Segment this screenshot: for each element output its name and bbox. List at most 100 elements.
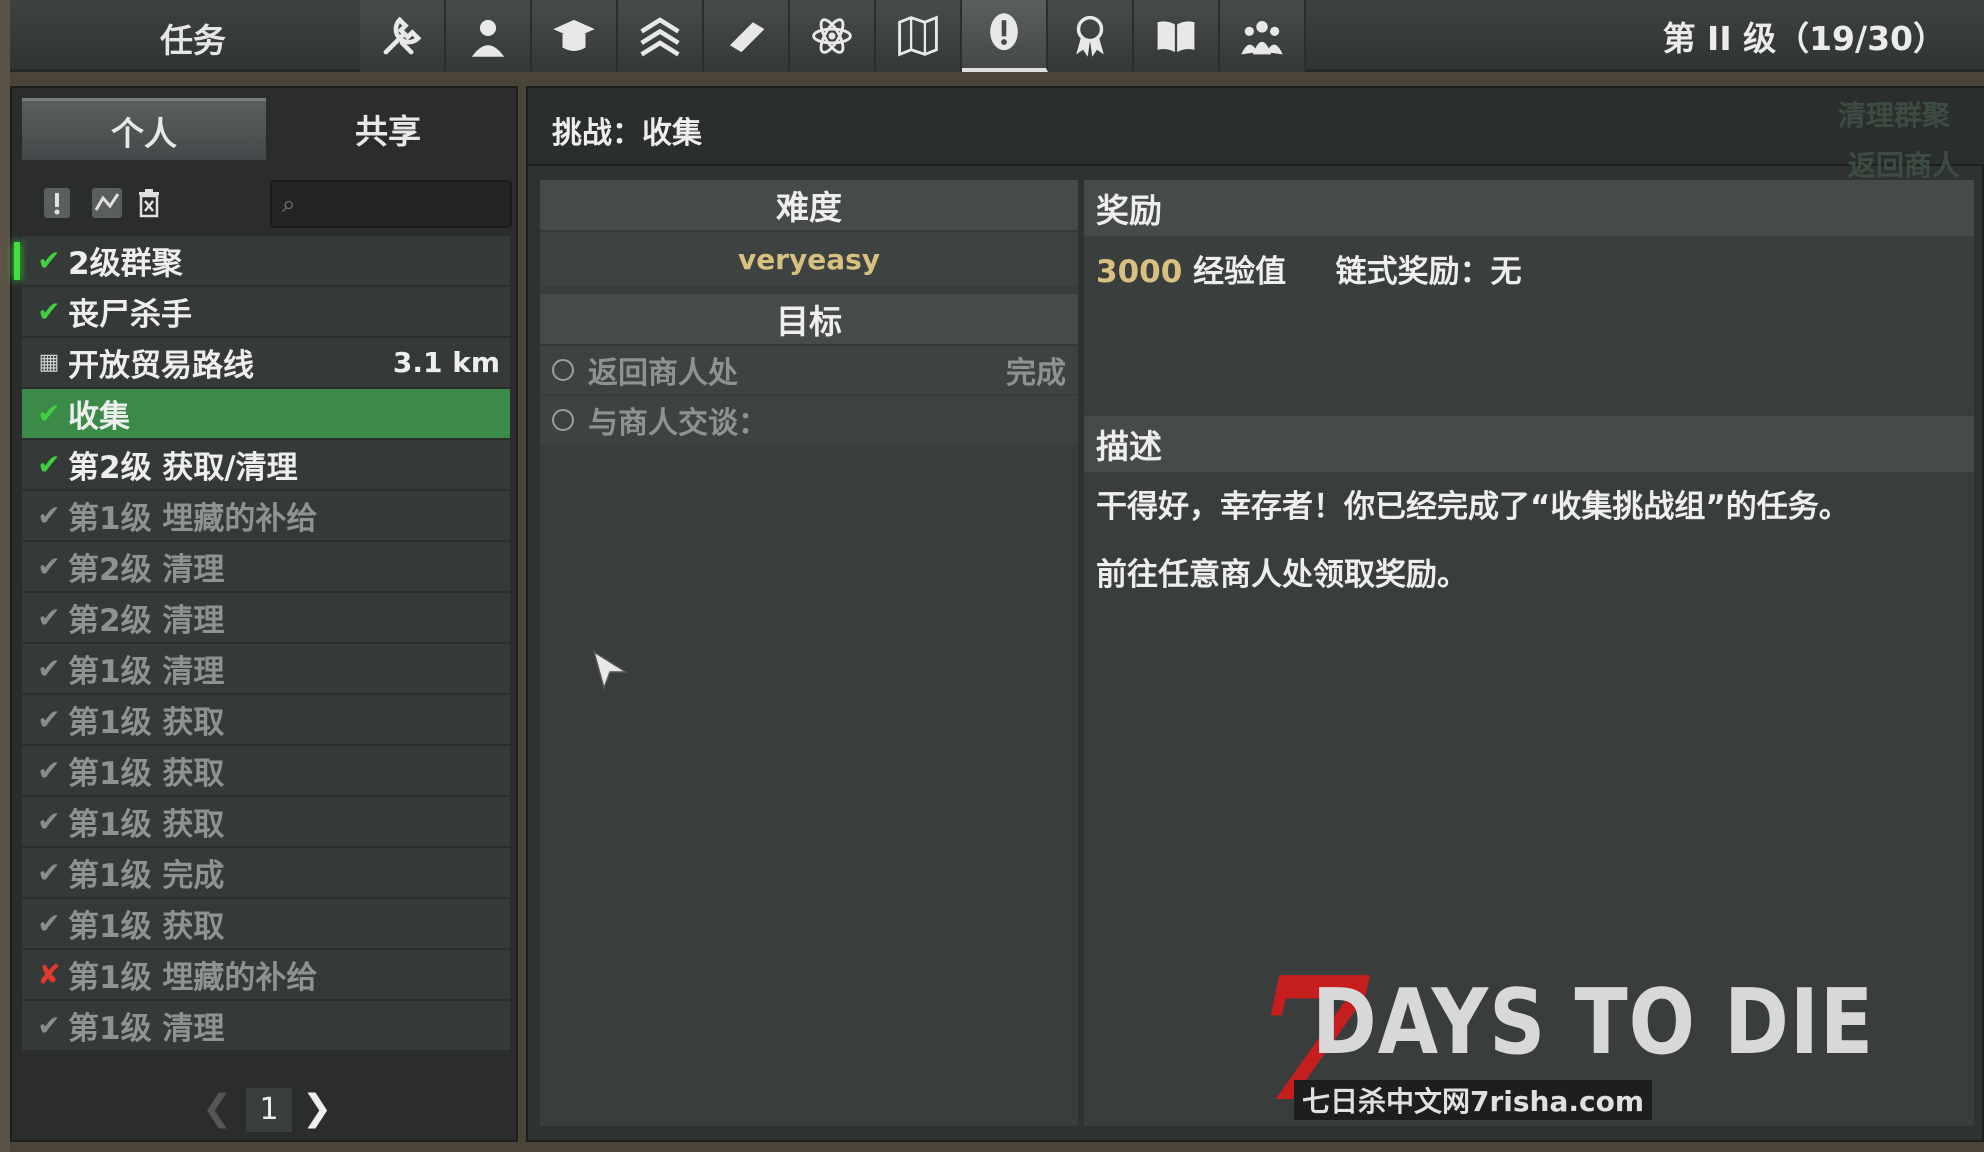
game-logo: 7 DAYS TO DIE 七日杀中文网7risha.com — [1231, 940, 1972, 1140]
pager: ❮ 1 ❯ — [202, 1088, 342, 1132]
track-quest-button[interactable] — [40, 184, 74, 222]
quest-list-item[interactable]: ▦ 开放贸易路线 3.1 km — [22, 338, 510, 389]
reward-chain: 链式奖励：无 — [1335, 254, 1522, 290]
check-icon: ✔ — [37, 550, 61, 583]
quest-list-item[interactable]: ✔ 第1级 清理 — [22, 1001, 510, 1052]
quest-name: 第1级 获取 — [68, 756, 225, 792]
quest-name: 第1级 获取 — [68, 705, 225, 741]
atom-icon-svg — [812, 18, 852, 54]
window-title: 任务 — [160, 21, 226, 60]
spacer — [540, 286, 1078, 294]
search-input[interactable] — [312, 188, 502, 220]
quest-list-item[interactable]: ✔ 第1级 完成 — [22, 848, 510, 899]
next-page-icon[interactable]: ❯ — [302, 1088, 332, 1129]
tab-personal[interactable]: 个人 — [22, 98, 266, 160]
objective-label: 与商人交谈： — [588, 406, 768, 441]
quest-name: 丧尸杀手 — [68, 297, 192, 333]
book-icon-svg — [729, 22, 765, 53]
quest-name: 第1级 清理 — [68, 1011, 225, 1047]
challenge-title: 挑战：收集 — [552, 116, 702, 151]
trash-icon — [139, 189, 159, 218]
reward-xp-unit: 经验值 — [1193, 254, 1287, 290]
quest-exclamation-icon[interactable] — [962, 0, 1048, 72]
top-bar: 任务 第 II 级（19/30） — [10, 0, 1984, 72]
check-icon: ✔ — [37, 907, 61, 940]
detail-header: 挑战：收集 清理群聚 返回商人处 — [528, 88, 1984, 222]
book-icon[interactable] — [704, 0, 790, 72]
open-book-icon[interactable] — [1134, 0, 1220, 72]
check-icon: ✔ — [37, 448, 61, 481]
trader-icon: ▦ — [38, 350, 60, 375]
check-icon: ✔ — [37, 601, 61, 634]
check-icon: ✔ — [37, 856, 61, 889]
quest-list-panel: 个人 共享 ⌕ ✔ 2级群聚 ✔ 丧尸杀手 ▦ 开放贸易路线 3.1 km ✔ 收集 ✔ 第2级 获… — [10, 86, 518, 1142]
graduation-cap-icon[interactable] — [532, 0, 618, 72]
check-icon: ✔ — [37, 754, 61, 787]
map-marker-icon — [92, 188, 122, 218]
quest-list-item[interactable]: ✔ 第1级 获取 — [22, 746, 510, 797]
tab-shared[interactable]: 共享 — [266, 98, 510, 160]
quest-list-item[interactable]: ✔ 收集 — [22, 389, 510, 440]
quest-list-item[interactable]: ✔ 第1级 获取 — [22, 695, 510, 746]
quest-tabs: 个人 共享 — [22, 98, 510, 160]
quest-list-item[interactable]: ✔ 第1级 获取 — [22, 797, 510, 848]
quest-distance: 3.1 km — [392, 346, 500, 379]
quest-list-item[interactable]: ✔ 第1级 埋藏的补给 — [22, 491, 510, 542]
quest-name: 第1级 完成 — [68, 858, 225, 894]
reward-line: 3000 经验值 链式奖励：无 — [1096, 246, 1962, 291]
check-icon: ✔ — [37, 652, 61, 685]
page-number: 1 — [246, 1088, 292, 1132]
quest-name: 收集 — [68, 399, 130, 435]
quest-list-item[interactable]: ✔ 第2级 获取/清理 — [22, 440, 510, 491]
background-edge — [0, 0, 10, 1152]
quest-name: 第2级 清理 — [68, 603, 225, 639]
tracked-quest-indicator — [14, 242, 20, 280]
failed-x-icon: ✘ — [37, 958, 61, 991]
players-icon-svg — [1241, 21, 1283, 55]
quest-list-item[interactable]: ✔ 第1级 清理 — [22, 644, 510, 695]
difficulty-header: 难度 — [540, 180, 1078, 232]
show-on-map-button[interactable] — [90, 184, 124, 222]
quest-list-item[interactable]: ✔ 2级群聚 — [14, 236, 510, 287]
open-book-icon-svg — [1157, 21, 1195, 53]
rank-chevron-icon[interactable] — [618, 0, 704, 72]
quest-name: 第1级 埋藏的补给 — [68, 501, 318, 537]
quest-list-item[interactable]: ✔ 第1级 获取 — [22, 899, 510, 950]
quest-name: 第1级 埋藏的补给 — [68, 960, 318, 996]
wrench-icon[interactable] — [360, 0, 446, 72]
quest-list-item[interactable]: ✔ 第2级 清理 — [22, 593, 510, 644]
nav-icon-bar — [360, 0, 1306, 72]
quest-list-item[interactable]: ✔ 丧尸杀手 — [22, 287, 510, 338]
quest-name: 开放贸易路线 — [68, 348, 254, 384]
character-icon[interactable] — [446, 0, 532, 72]
objective-header: 目标 — [540, 294, 1078, 346]
exclamation-icon — [44, 188, 70, 218]
search-field[interactable]: ⌕ — [270, 180, 512, 228]
players-icon[interactable] — [1220, 0, 1306, 72]
remove-quest-button[interactable] — [132, 184, 166, 222]
objective-row: 返回商人处 完成 — [540, 346, 1078, 396]
difficulty-value: veryeasy — [540, 232, 1078, 286]
objective-row: 与商人交谈： — [540, 396, 1078, 446]
quest-name: 第1级 获取 — [68, 807, 225, 843]
quest-toolbar: ⌕ — [32, 180, 512, 228]
description-line: 干得好，幸存者！你已经完成了“收集挑战组”的任务。 — [1096, 489, 1850, 525]
tracked-quest-ghost-title: 清理群聚 — [1838, 99, 1951, 132]
description-body: 干得好，幸存者！你已经完成了“收集挑战组”的任务。 前往任意商人处领取奖励。 — [1084, 472, 1974, 632]
award-ribbon-icon-svg — [1076, 15, 1104, 57]
check-icon: ✔ — [37, 397, 61, 430]
description-line: 前往任意商人处领取奖励。 — [1096, 557, 1468, 593]
logo-site: 七日杀中文网7risha.com — [1294, 1080, 1653, 1120]
atom-icon[interactable] — [790, 0, 876, 72]
objective-circle-icon — [552, 359, 574, 381]
map-icon[interactable] — [876, 0, 962, 72]
reward-body: 3000 经验值 链式奖励：无 — [1084, 236, 1974, 408]
award-ribbon-icon[interactable] — [1048, 0, 1134, 72]
level-indicator: 第 II 级（19/30） — [1662, 19, 1946, 58]
quest-name: 2级群聚 — [68, 246, 183, 282]
prev-page-icon[interactable]: ❮ — [202, 1088, 232, 1129]
rank-chevron-icon-svg — [640, 17, 680, 57]
quest-list: ✔ 2级群聚 ✔ 丧尸杀手 ▦ 开放贸易路线 3.1 km ✔ 收集 ✔ 第2级 获取/清理 ✔ 第1级… — [14, 236, 510, 1052]
quest-list-item[interactable]: ✔ 第2级 清理 — [22, 542, 510, 593]
quest-list-item[interactable]: ✘ 第1级 埋藏的补给 — [22, 950, 510, 1001]
